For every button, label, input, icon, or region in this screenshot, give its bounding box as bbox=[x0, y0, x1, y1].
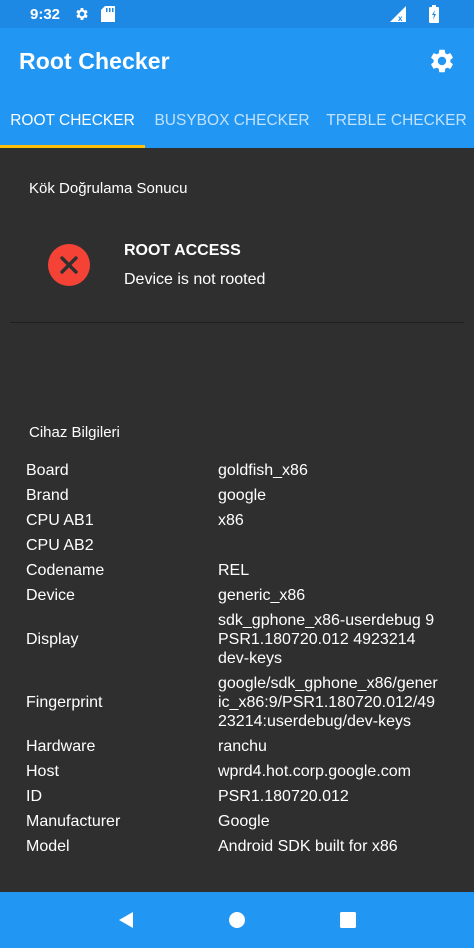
row-value: REL bbox=[218, 562, 250, 579]
svg-text:x: x bbox=[398, 14, 403, 22]
tab-busybox-checker[interactable]: BUSYBOX CHECKER bbox=[145, 94, 319, 148]
tab-treble-checker[interactable]: TREBLE CHECKER bbox=[319, 94, 474, 148]
app-title: Root Checker bbox=[19, 47, 170, 74]
row-key: Model bbox=[26, 838, 70, 855]
table-row: Model Android SDK built for x86 bbox=[26, 834, 456, 859]
root-result-card: ROOT ACCESS Device is not rooted bbox=[48, 242, 448, 292]
tab-label: TREBLE CHECKER bbox=[326, 112, 467, 129]
table-row: ID PSR1.180720.012 bbox=[26, 784, 456, 809]
main-content[interactable]: Kök Doğrulama Sonucu ROOT ACCESS Device … bbox=[0, 148, 474, 892]
table-row: CPU AB1 x86 bbox=[26, 508, 456, 533]
row-key: Device bbox=[26, 587, 75, 604]
row-key: Board bbox=[26, 462, 69, 479]
table-row: Brand google bbox=[26, 483, 456, 508]
tab-root-checker[interactable]: ROOT CHECKER bbox=[0, 94, 145, 148]
row-value bbox=[218, 533, 438, 558]
status-time: 9:32 bbox=[30, 5, 61, 23]
row-key: Fingerprint bbox=[26, 694, 103, 711]
table-row: CPU AB2 bbox=[26, 533, 456, 558]
table-row: Display sdk_gphone_x86-userdebug 9 PSR1.1… bbox=[26, 608, 456, 671]
table-row: Fingerprint google/sdk_gphone_x86/generic… bbox=[26, 671, 456, 734]
home-icon[interactable] bbox=[225, 908, 249, 932]
row-key: Brand bbox=[26, 487, 69, 504]
row-value: x86 bbox=[218, 512, 244, 529]
row-value: goldfish_x86 bbox=[218, 462, 308, 479]
sd-card-icon bbox=[100, 6, 116, 22]
tab-label: ROOT CHECKER bbox=[10, 112, 135, 129]
row-key: CPU AB2 bbox=[26, 537, 94, 554]
root-result-title: ROOT ACCESS bbox=[124, 242, 241, 259]
row-value: Android SDK built for x86 bbox=[218, 838, 398, 855]
table-row: Codename REL bbox=[26, 558, 456, 583]
row-key: CPU AB1 bbox=[26, 512, 94, 529]
table-row: Board goldfish_x86 bbox=[26, 458, 456, 483]
row-value: sdk_gphone_x86-userdebug 9 PSR1.180720.0… bbox=[218, 612, 435, 667]
root-result-subtitle: Device is not rooted bbox=[124, 271, 266, 288]
app-bar: Root Checker bbox=[0, 28, 474, 94]
back-icon[interactable] bbox=[114, 908, 138, 932]
device-section-label: Cihaz Bilgileri bbox=[29, 424, 120, 441]
device-info-table: Board goldfish_x86 Brand google CPU AB1 x86… bbox=[26, 458, 456, 859]
gear-icon bbox=[74, 6, 90, 22]
tab-bar: ROOT CHECKER BUSYBOX CHECKER TREBLE CHEC… bbox=[0, 94, 474, 148]
row-value: wprd4.hot.corp.google.com bbox=[218, 763, 411, 780]
table-row: Host wprd4.hot.corp.google.com bbox=[26, 759, 456, 784]
row-value: PSR1.180720.012 bbox=[218, 788, 349, 805]
row-value: generic_x86 bbox=[218, 587, 306, 604]
battery-icon bbox=[426, 5, 442, 23]
row-value: google/sdk_gphone_x86/generic_x86:9/PSR1… bbox=[218, 675, 438, 730]
row-key: ID bbox=[26, 788, 42, 805]
row-value: ranchu bbox=[218, 738, 267, 755]
tab-label: BUSYBOX CHECKER bbox=[154, 112, 310, 129]
divider bbox=[10, 322, 464, 323]
row-key: Manufacturer bbox=[26, 813, 121, 830]
system-nav-bar bbox=[0, 892, 474, 948]
table-row: Hardware ranchu bbox=[26, 734, 456, 759]
status-bar: 9:32 x bbox=[0, 0, 474, 28]
recents-icon[interactable] bbox=[336, 908, 360, 932]
error-x-icon bbox=[48, 244, 90, 286]
root-section-label: Kök Doğrulama Sonucu bbox=[29, 180, 188, 197]
gear-icon[interactable] bbox=[428, 47, 456, 75]
row-value: google bbox=[218, 487, 267, 504]
signal-icon: x bbox=[390, 6, 406, 22]
row-key: Display bbox=[26, 631, 79, 648]
row-key: Codename bbox=[26, 562, 105, 579]
row-key: Host bbox=[26, 763, 59, 780]
row-key: Hardware bbox=[26, 738, 96, 755]
row-value: Google bbox=[218, 813, 270, 830]
table-row: Device generic_x86 bbox=[26, 583, 456, 608]
table-row: Manufacturer Google bbox=[26, 809, 456, 834]
